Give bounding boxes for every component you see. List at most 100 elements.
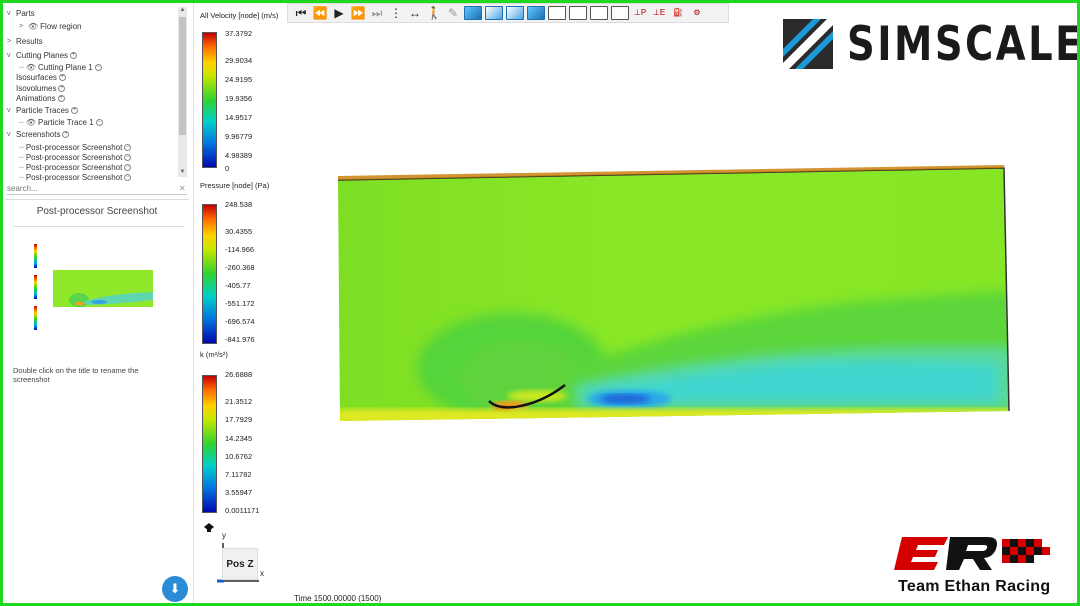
tree-connector-icon: ╌ xyxy=(19,63,24,72)
surface-edges-icon[interactable] xyxy=(485,6,503,20)
legend-title: Pressure [node] (Pa) xyxy=(200,181,270,190)
add-icon[interactable]: + xyxy=(58,74,66,81)
tree-search-input[interactable] xyxy=(7,183,187,195)
probe-point-icon[interactable]: ⊥P xyxy=(631,4,649,22)
add-icon[interactable]: + xyxy=(58,85,66,92)
remove-icon[interactable]: − xyxy=(124,164,132,171)
legend-tick: 19.9356 xyxy=(225,94,253,103)
tree-item-label: Cutting Plane 1 xyxy=(37,63,93,72)
legend-title: k (m²/s²) xyxy=(200,350,228,359)
fit-view-icon[interactable]: ↔ xyxy=(406,4,424,22)
screenshot-title[interactable]: Post-processor Screenshot xyxy=(5,206,189,217)
legend-tick: -405.77 xyxy=(225,281,251,290)
solid-render-icon[interactable] xyxy=(527,6,545,20)
remove-icon[interactable]: − xyxy=(95,119,103,126)
more-options-icon[interactable]: ⋮ xyxy=(387,4,405,22)
chevron-right-icon[interactable]: > xyxy=(7,38,14,45)
tree-item-parts[interactable]: v Parts xyxy=(7,9,35,18)
legend-tick: 14.9517 xyxy=(225,113,253,122)
tree-item-label: Post-processor Screenshot xyxy=(25,173,123,182)
eye-icon[interactable]: 👁 xyxy=(26,63,36,72)
legend-tick: 37.3792 xyxy=(225,29,253,38)
tree-item-isovolumes[interactable]: Isovolumes + xyxy=(16,84,66,93)
tree-item-screenshot[interactable]: ╌ Post-processor Screenshot − xyxy=(19,153,132,162)
screenshot-thumbnail[interactable] xyxy=(27,242,157,338)
legend-tick: 10.6762 xyxy=(225,452,253,461)
tree-connector-icon: ╌ xyxy=(19,118,24,127)
legend-tick: 21.3512 xyxy=(225,397,253,406)
legend-tick: -841.976 xyxy=(225,335,255,344)
chevron-right-icon[interactable]: > xyxy=(19,23,26,30)
tree-item-cutting-planes[interactable]: v Cutting Planes + xyxy=(7,51,78,60)
chevron-down-icon[interactable]: v xyxy=(7,52,14,59)
probe-edge-icon[interactable]: ⊥E xyxy=(650,4,668,22)
view-orientation-button[interactable]: Pos Z xyxy=(222,548,258,580)
tree-item-label: Parts xyxy=(16,9,35,18)
step-forward-icon[interactable]: ⏩ xyxy=(349,4,367,22)
transparent-render-icon[interactable] xyxy=(506,6,524,20)
walk-icon[interactable]: 🚶 xyxy=(425,4,443,22)
legend-tick: 30.4355 xyxy=(225,227,253,236)
legend-tick: 248.538 xyxy=(225,200,253,209)
tree-item-label: Animations xyxy=(16,94,56,103)
tree-item-isosurfaces[interactable]: Isosurfaces + xyxy=(16,73,66,82)
legend-title: All Velocity [node] (m/s) xyxy=(200,11,279,20)
probe-tool-icon[interactable]: ⛽ xyxy=(669,4,687,22)
last-frame-icon[interactable]: ⏭ xyxy=(368,4,386,22)
add-icon[interactable]: + xyxy=(62,131,70,138)
settings-icon[interactable]: ⚙ xyxy=(688,4,706,22)
tree-item-label: Particle Traces xyxy=(16,106,69,115)
tree-item-screenshot[interactable]: ╌ Post-processor Screenshot − xyxy=(19,163,132,172)
simulation-viewport[interactable] xyxy=(337,163,1013,425)
mesh-render-icon[interactable] xyxy=(548,6,566,20)
tree-item-screenshot[interactable]: ╌ Post-processor Screenshot − xyxy=(19,173,132,182)
color-bar xyxy=(202,32,217,168)
tree-item-results[interactable]: > Results xyxy=(7,37,43,46)
scroll-down-icon[interactable]: ▼ xyxy=(178,169,187,175)
chevron-down-icon[interactable]: v xyxy=(7,131,14,138)
tree-item-particle-traces[interactable]: v Particle Traces + xyxy=(7,106,78,115)
panel-splitter[interactable] xyxy=(193,3,194,603)
tree-item-screenshot[interactable]: ╌ Post-processor Screenshot − xyxy=(19,143,132,152)
legend-tick: 26.6888 xyxy=(225,370,253,379)
scene-tree: v Parts > 👁 Flow region > Results v Cutt… xyxy=(5,5,189,193)
chevron-down-icon[interactable]: v xyxy=(7,107,14,114)
tree-item-label: Flow region xyxy=(40,22,82,31)
tree-item-label: Particle Trace 1 xyxy=(37,118,94,127)
add-icon[interactable]: + xyxy=(70,52,78,59)
download-button[interactable]: ⬇ xyxy=(162,576,188,602)
surface-render-icon[interactable] xyxy=(464,6,482,20)
remove-icon[interactable]: − xyxy=(124,174,132,181)
remove-icon[interactable]: − xyxy=(124,144,132,151)
chevron-down-icon[interactable]: v xyxy=(7,10,14,17)
tree-item-particle-trace-1[interactable]: ╌ 👁 Particle Trace 1 − xyxy=(19,118,103,127)
step-back-icon[interactable]: ⏪ xyxy=(311,4,329,22)
legend-tick: 4.98389 xyxy=(225,151,253,160)
close-icon[interactable]: ✕ xyxy=(179,184,186,193)
tree-item-label: Post-processor Screenshot xyxy=(25,153,123,162)
point-cloud-icon[interactable] xyxy=(611,6,629,20)
first-frame-icon[interactable]: ⏮ xyxy=(292,4,310,22)
scrollbar-thumb[interactable] xyxy=(179,17,186,135)
simscale-mark-icon xyxy=(783,19,833,69)
wireframe-icon[interactable] xyxy=(569,6,587,20)
legend-tick: -260.368 xyxy=(225,263,255,272)
tree-item-label: Results xyxy=(16,37,43,46)
axis-x-label: x xyxy=(260,569,264,578)
play-icon[interactable]: ▶ xyxy=(330,4,348,22)
scroll-up-icon[interactable]: ▲ xyxy=(178,7,187,13)
tree-item-screenshots[interactable]: v Screenshots + xyxy=(7,130,70,139)
pen-icon[interactable]: ✎ xyxy=(444,4,462,22)
tree-item-animations[interactable]: Animations + xyxy=(16,94,65,103)
add-icon[interactable]: + xyxy=(57,95,65,102)
tree-scrollbar[interactable]: ▲ ▼ xyxy=(178,7,187,177)
tree-item-flow-region[interactable]: > 👁 Flow region xyxy=(19,22,82,31)
eye-icon[interactable]: 👁 xyxy=(26,118,36,127)
tree-connector-icon: ╌ xyxy=(19,143,24,152)
tree-item-cutting-plane-1[interactable]: ╌ 👁 Cutting Plane 1 − xyxy=(19,63,102,72)
eye-icon[interactable]: 👁 xyxy=(28,22,38,31)
add-icon[interactable]: + xyxy=(70,107,78,114)
remove-icon[interactable]: − xyxy=(94,64,102,71)
remove-icon[interactable]: − xyxy=(124,154,132,161)
outline-icon[interactable] xyxy=(590,6,608,20)
